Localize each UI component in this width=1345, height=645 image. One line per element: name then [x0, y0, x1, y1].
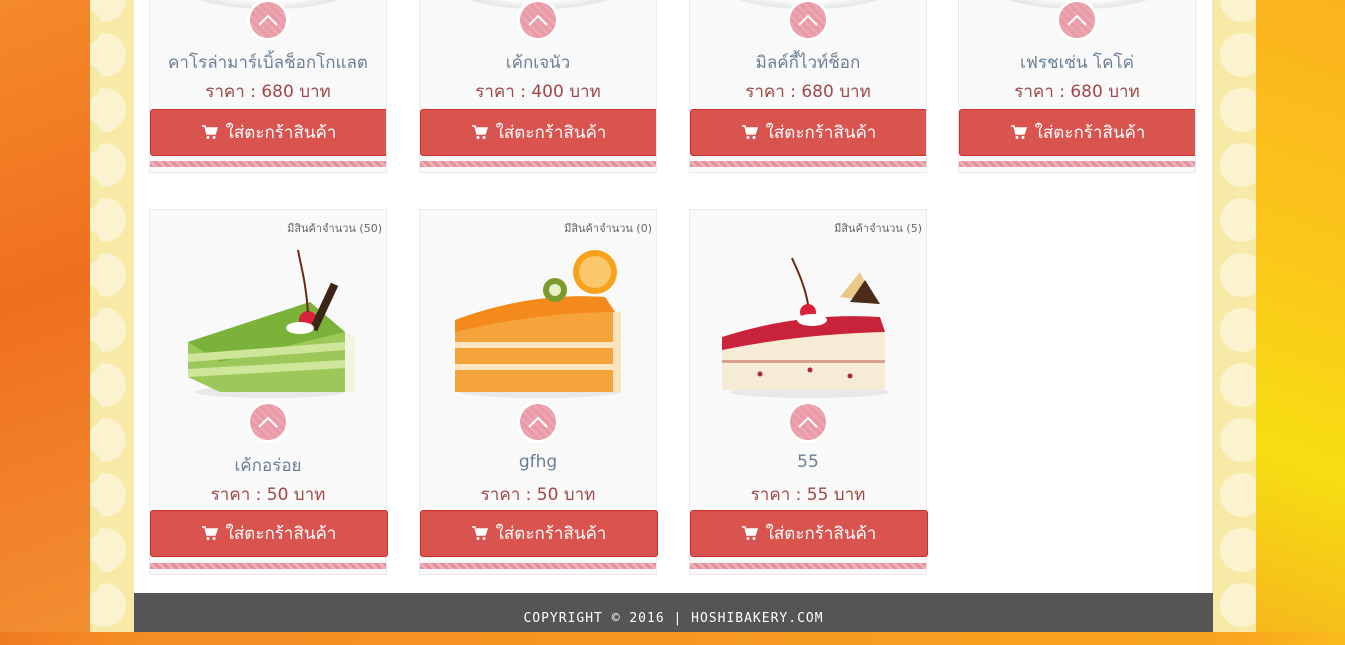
product-card: เค้กเจนัว ราคา : 400 บาท ใส่ตะกร้าสินค้า [419, 0, 657, 173]
product-name: เค้กเจนัว [505, 53, 571, 73]
cart-icon [471, 526, 488, 540]
scroll-up-badge-icon[interactable] [247, 401, 289, 443]
scroll-up-badge-icon[interactable] [247, 0, 289, 41]
cart-icon [201, 526, 218, 540]
card-stripe [690, 161, 926, 167]
cart-icon [201, 125, 218, 139]
card-stripe [959, 161, 1195, 167]
stock-count: มีสินค้าจำนวน (50) [287, 222, 382, 235]
scallop-border-left [90, 0, 134, 632]
card-stripe [420, 161, 656, 167]
add-to-cart-label: ใส่ตะกร้าสินค้า [225, 524, 337, 544]
product-price: ราคา : 680 บาท [1014, 82, 1140, 102]
cart-icon [1010, 125, 1027, 139]
product-name: เฟรชเซ่น โคโค่ [1020, 53, 1134, 73]
card-stripe [690, 563, 926, 569]
product-name: gfhg [518, 452, 558, 472]
cake-image[interactable] [160, 242, 378, 412]
product-price: ราคา : 50 บาท [480, 485, 596, 505]
footer-copyright: COPYRIGHT © 2016 | HOSHIBAKERY.COM [134, 593, 1213, 632]
add-to-cart-label: ใส่ตะกร้าสินค้า [765, 524, 877, 544]
card-stripe [420, 563, 656, 569]
cart-icon [741, 526, 758, 540]
product-card: มิลค์กี้ไวท์ช็อก ราคา : 680 บาท ใส่ตะกร้… [689, 0, 927, 173]
stock-count: มีสินค้าจำนวน (5) [834, 222, 922, 235]
cart-icon [741, 125, 758, 139]
cake-image[interactable] [700, 242, 918, 412]
scroll-up-badge-icon[interactable] [787, 401, 829, 443]
add-to-cart-button[interactable]: ใส่ตะกร้าสินค้า [690, 109, 926, 156]
stock-count: มีสินค้าจำนวน (0) [564, 222, 652, 235]
add-to-cart-button[interactable]: ใส่ตะกร้าสินค้า [150, 510, 388, 557]
product-card: มีสินค้าจำนวน (0) gfhg ราคา : 50 บาท ใส่… [419, 209, 658, 575]
add-to-cart-label: ใส่ตะกร้าสินค้า [495, 123, 607, 143]
product-card: คาโรล่ามาร์เบิ้ลช็อกโกแลต ราคา : 680 บาท… [149, 0, 387, 173]
product-card: เฟรชเซ่น โคโค่ ราคา : 680 บาท ใส่ตะกร้าส… [958, 0, 1196, 173]
scroll-up-badge-icon[interactable] [787, 0, 829, 41]
add-to-cart-label: ใส่ตะกร้าสินค้า [225, 123, 337, 143]
product-price: ราคา : 680 บาท [205, 82, 331, 102]
add-to-cart-label: ใส่ตะกร้าสินค้า [1034, 123, 1146, 143]
add-to-cart-label: ใส่ตะกร้าสินค้า [765, 123, 877, 143]
product-name: 55 [797, 452, 819, 472]
product-grid: คาโรล่ามาร์เบิ้ลช็อกโกแลต ราคา : 680 บาท… [134, 0, 1212, 593]
product-card: มีสินค้าจำนวน (5) 55 ราคา : 55 บาท ใส่ตะ… [689, 209, 928, 575]
scallop-border-right [1212, 0, 1256, 632]
product-name: เค้กอร่อย [234, 456, 302, 476]
product-price: ราคา : 50 บาท [210, 485, 326, 505]
add-to-cart-button[interactable]: ใส่ตะกร้าสินค้า [150, 109, 386, 156]
add-to-cart-label: ใส่ตะกร้าสินค้า [495, 524, 607, 544]
cart-icon [471, 125, 488, 139]
card-stripe [150, 161, 386, 167]
card-stripe [150, 563, 386, 569]
scroll-up-badge-icon[interactable] [1056, 0, 1098, 41]
product-price: ราคา : 680 บาท [745, 82, 871, 102]
product-name: มิลค์กี้ไวท์ช็อก [755, 53, 861, 73]
add-to-cart-button[interactable]: ใส่ตะกร้าสินค้า [959, 109, 1195, 156]
scroll-up-badge-icon[interactable] [517, 0, 559, 41]
add-to-cart-button[interactable]: ใส่ตะกร้าสินค้า [420, 109, 656, 156]
product-card: มีสินค้าจำนวน (50) เค้กอร่อย ราคา : 50 บ… [149, 209, 388, 575]
scroll-up-badge-icon[interactable] [517, 401, 559, 443]
add-to-cart-button[interactable]: ใส่ตะกร้าสินค้า [690, 510, 928, 557]
product-price: ราคา : 400 บาท [475, 82, 601, 102]
add-to-cart-button[interactable]: ใส่ตะกร้าสินค้า [420, 510, 658, 557]
cake-image[interactable] [430, 242, 648, 412]
product-price: ราคา : 55 บาท [750, 485, 866, 505]
product-name: คาโรล่ามาร์เบิ้ลช็อกโกแลต [168, 53, 368, 73]
